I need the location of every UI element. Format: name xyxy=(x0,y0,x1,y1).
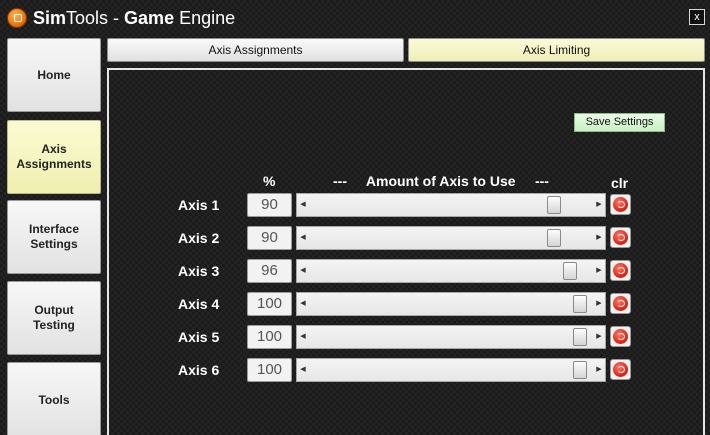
clear-button[interactable] xyxy=(610,227,631,248)
scroll-right-icon[interactable]: ▶ xyxy=(593,194,605,216)
scroll-left-icon[interactable]: ◀ xyxy=(297,293,309,315)
sidebar-item-interface-settings[interactable]: Interface Settings xyxy=(7,200,101,274)
title-bar: SimTools - Game Engine x xyxy=(0,0,710,34)
clear-icon xyxy=(613,296,628,311)
slider-thumb[interactable] xyxy=(573,295,587,313)
sidebar-item-tools[interactable]: Tools xyxy=(7,362,101,435)
clear-button[interactable] xyxy=(610,293,631,314)
axis-label: Axis 1 xyxy=(178,197,220,213)
axis-slider[interactable]: ◀ ▶ xyxy=(296,193,606,217)
axis-slider[interactable]: ◀ ▶ xyxy=(296,325,606,349)
clear-icon xyxy=(613,362,628,377)
tab-label: Axis Assignments xyxy=(208,43,303,57)
tab-label: Axis Limiting xyxy=(522,43,591,57)
scroll-left-icon[interactable]: ◀ xyxy=(297,260,309,282)
clear-button[interactable] xyxy=(610,326,631,347)
axis-slider[interactable]: ◀ ▶ xyxy=(296,292,606,316)
scroll-right-icon[interactable]: ▶ xyxy=(593,359,605,381)
simtools-logo-icon xyxy=(7,8,27,28)
slider-thumb[interactable] xyxy=(573,328,587,346)
scroll-left-icon[interactable]: ◀ xyxy=(297,227,309,249)
window-title: SimTools - Game Engine xyxy=(33,8,235,29)
scroll-left-icon[interactable]: ◀ xyxy=(297,326,309,348)
axis-label: Axis 4 xyxy=(178,296,220,312)
scroll-right-icon[interactable]: ▶ xyxy=(593,260,605,282)
axis-label: Axis 3 xyxy=(178,263,220,279)
tab-axis-limiting[interactable]: Axis Limiting xyxy=(408,38,705,62)
save-settings-button[interactable]: Save Settings xyxy=(574,113,665,132)
axis-slider[interactable]: ◀ ▶ xyxy=(296,226,606,250)
title-part-engine: Engine xyxy=(174,8,236,28)
close-icon: x xyxy=(694,11,700,23)
clear-icon xyxy=(613,197,628,212)
scroll-right-icon[interactable]: ▶ xyxy=(593,227,605,249)
clear-button[interactable] xyxy=(610,194,631,215)
save-settings-label: Save Settings xyxy=(585,116,654,128)
axis-value-field[interactable]: 90 xyxy=(247,193,292,217)
app-window: SimTools - Game Engine x Home Axis Assig… xyxy=(0,0,710,435)
slider-thumb[interactable] xyxy=(547,196,561,214)
amount-header: --- Amount of Axis to Use --- xyxy=(333,173,549,189)
title-part-sim: Sim xyxy=(33,8,67,28)
clear-icon xyxy=(613,329,628,344)
title-part-tools: Tools - xyxy=(66,8,125,28)
axis-label: Axis 2 xyxy=(178,230,220,246)
scroll-left-icon[interactable]: ◀ xyxy=(297,359,309,381)
clear-icon xyxy=(613,263,628,278)
percent-header: % xyxy=(263,173,276,189)
clr-header: clr xyxy=(611,175,629,191)
clear-button[interactable] xyxy=(610,260,631,281)
slider-thumb[interactable] xyxy=(547,229,561,247)
sidebar: Home Axis Assignments Interface Settings… xyxy=(0,34,106,435)
sidebar-item-label: Output Testing xyxy=(33,303,75,332)
axis-value-field[interactable]: 100 xyxy=(247,358,292,382)
axis-slider[interactable]: ◀ ▶ xyxy=(296,259,606,283)
title-part-game: Game xyxy=(124,8,175,28)
sidebar-item-label: Tools xyxy=(38,392,70,407)
sidebar-item-output-testing[interactable]: Output Testing xyxy=(7,281,101,355)
sidebar-item-label: Interface Settings xyxy=(28,222,80,251)
tab-axis-assignments[interactable]: Axis Assignments xyxy=(107,38,404,62)
slider-thumb[interactable] xyxy=(563,262,577,280)
sidebar-item-axis-assignments[interactable]: Axis Assignments xyxy=(7,120,101,194)
sidebar-item-label: Home xyxy=(37,67,71,82)
sidebar-item-home[interactable]: Home xyxy=(7,38,101,112)
slider-thumb[interactable] xyxy=(573,361,587,379)
axis-label: Axis 6 xyxy=(178,362,220,378)
scroll-left-icon[interactable]: ◀ xyxy=(297,194,309,216)
axis-value-field[interactable]: 90 xyxy=(247,226,292,250)
sidebar-item-label: Axis Assignments xyxy=(16,142,92,171)
clear-button[interactable] xyxy=(610,359,631,380)
axis-value-field[interactable]: 100 xyxy=(247,325,292,349)
clear-icon xyxy=(613,230,628,245)
scroll-right-icon[interactable]: ▶ xyxy=(593,293,605,315)
axis-label: Axis 5 xyxy=(178,329,220,345)
axis-value-field[interactable]: 100 xyxy=(247,292,292,316)
scroll-right-icon[interactable]: ▶ xyxy=(593,326,605,348)
close-button[interactable]: x xyxy=(689,9,705,25)
axis-value-field[interactable]: 96 xyxy=(247,259,292,283)
axis-slider[interactable]: ◀ ▶ xyxy=(296,358,606,382)
